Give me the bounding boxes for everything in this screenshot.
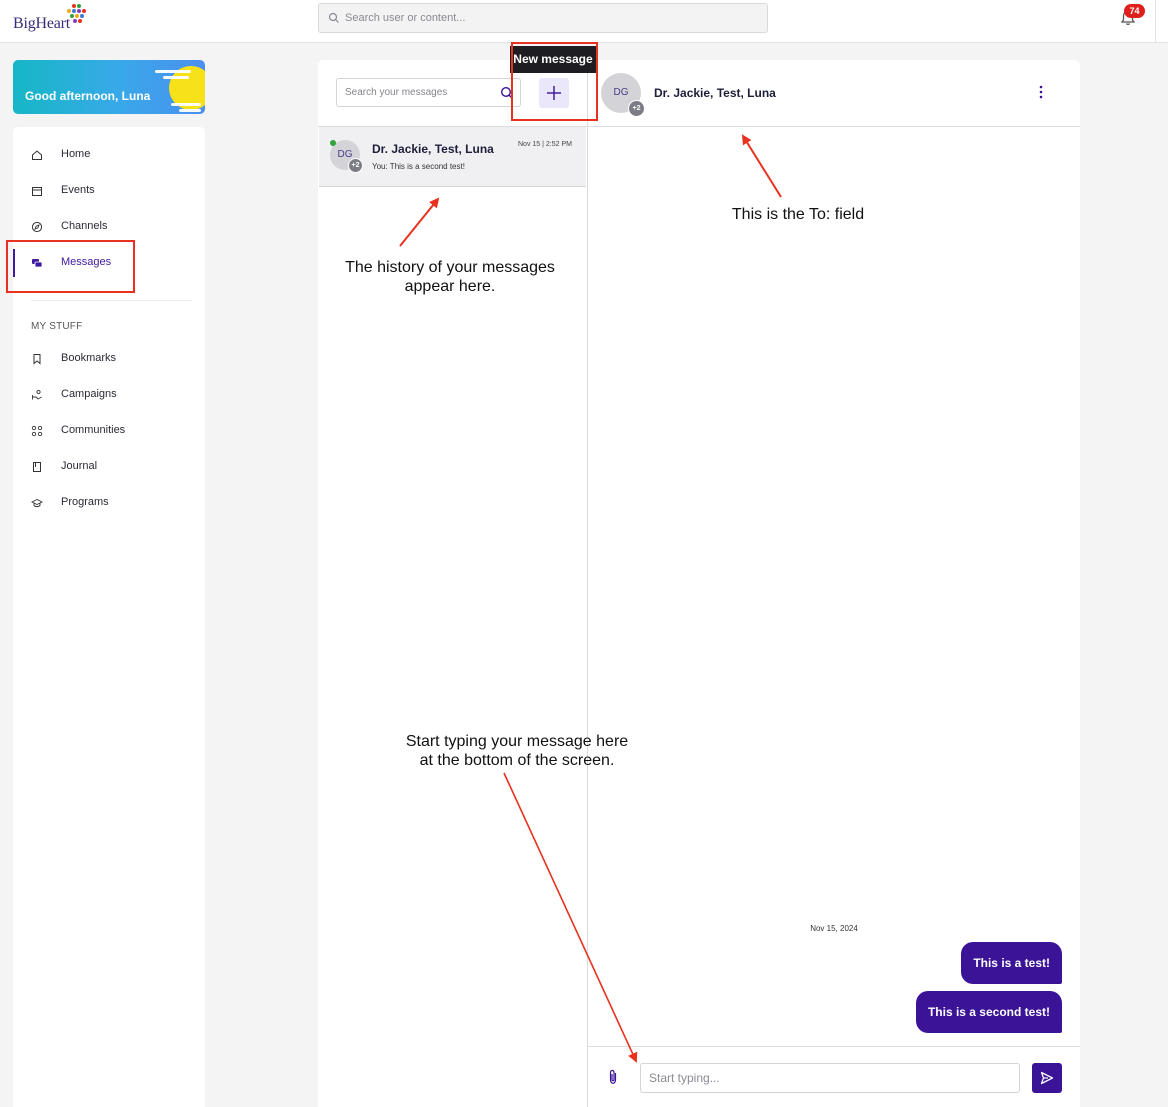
typing-note-line2: at the bottom of the screen. — [419, 752, 615, 769]
annotation-arrows — [399, 134, 782, 1063]
history-note-line2: appear here. — [404, 278, 496, 295]
typing-note: Start typing your message here at the bo… — [386, 732, 648, 770]
history-arrow — [399, 197, 440, 247]
history-note-line1: The history of your messages — [345, 259, 555, 276]
to-field-note: This is the To: field — [700, 205, 896, 224]
to-field-note-text: This is the To: field — [731, 206, 865, 223]
typing-note-line1: Start typing your message here — [405, 733, 629, 750]
to-field-arrow — [741, 134, 782, 198]
typing-arrow — [503, 772, 638, 1063]
history-note: The history of your messages appear here… — [324, 258, 576, 296]
